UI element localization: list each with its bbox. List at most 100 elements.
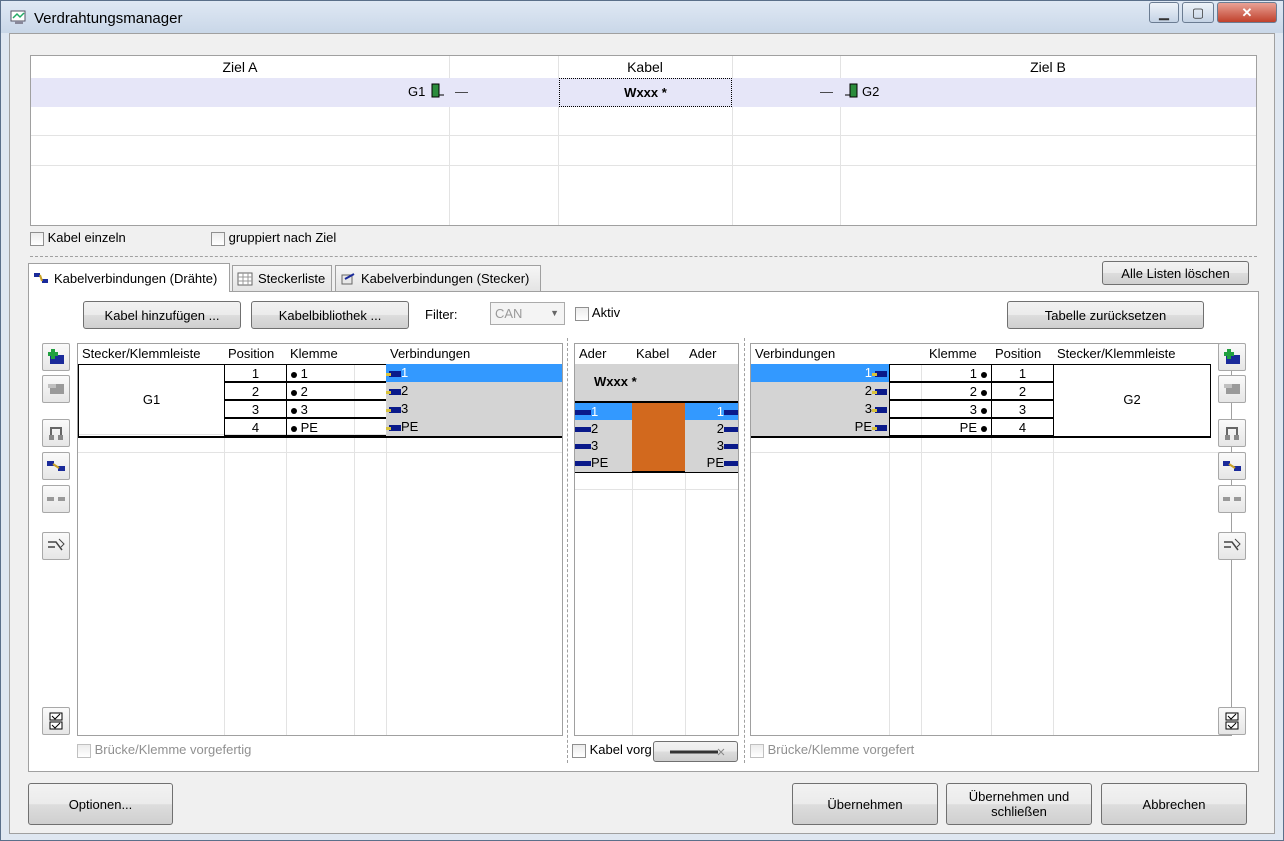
right-verbindung-cell[interactable]: 1: [751, 364, 889, 382]
right-klemme-cell[interactable]: 1: [889, 364, 992, 382]
mid-ader-right-cell[interactable]: 3: [685, 437, 738, 455]
right-klemme-cell[interactable]: PE: [889, 418, 992, 436]
right-verbindung-cell[interactable]: 3: [751, 400, 889, 418]
left-klemme-cell[interactable]: 2: [286, 382, 387, 400]
cable-preview-button[interactable]: [653, 741, 738, 762]
kabel-einzeln-checkbox[interactable]: [30, 231, 44, 246]
col-ader-left[interactable]: Ader: [575, 344, 632, 364]
left-klemme-cell[interactable]: 3: [286, 400, 387, 418]
mid-cable-color-cell[interactable]: [632, 403, 685, 420]
gruppiert-option[interactable]: gruppiert nach Ziel: [211, 230, 336, 246]
mid-cable-color-cell[interactable]: [632, 454, 685, 471]
right-stecker-cell[interactable]: G2: [1053, 364, 1211, 437]
remove-connector-button[interactable]: [42, 375, 70, 403]
mid-cable-color-cell[interactable]: [632, 437, 685, 454]
tab-kabelverbindungen-draehte[interactable]: Kabelverbindungen (Drähte): [28, 263, 230, 292]
right-bruecke-option[interactable]: Brücke/Klemme vorgefert: [750, 742, 914, 758]
disconnect-button[interactable]: [42, 485, 70, 513]
gruppiert-checkbox[interactable]: [211, 231, 225, 246]
check-all-button[interactable]: [42, 707, 70, 735]
kabel-value[interactable]: Wxxx *: [559, 78, 732, 107]
col-stecker[interactable]: Stecker/Klemmleiste: [78, 344, 224, 364]
pane-splitter-left[interactable]: [567, 338, 568, 763]
tab-steckerliste[interactable]: Steckerliste: [232, 265, 332, 291]
add-connector-button-right[interactable]: [1218, 343, 1246, 371]
right-connector-grid[interactable]: Verbindungen Klemme Position Stecker/Kle…: [750, 343, 1232, 736]
uebernehmen-button[interactable]: Übernehmen: [792, 783, 938, 825]
mid-cable-color-cell[interactable]: [632, 420, 685, 437]
connect-button[interactable]: [42, 452, 70, 480]
col-klemme-right[interactable]: Klemme: [921, 344, 991, 364]
filter-select[interactable]: CAN ▼: [490, 302, 565, 325]
cable-overview-grid[interactable]: Ziel A Kabel Ziel B G1 — Wxxx * — G2: [30, 55, 1257, 226]
col-position-right[interactable]: Position: [991, 344, 1053, 364]
col-verbindungen-right[interactable]: Verbindungen: [751, 344, 921, 364]
right-klemme-cell[interactable]: 2: [889, 382, 992, 400]
mid-ader-right-cell[interactable]: 1: [685, 403, 738, 421]
left-connector-grid[interactable]: Stecker/Klemmleiste Position Klemme Verb…: [77, 343, 563, 736]
wire-route-button-right[interactable]: [1218, 532, 1246, 560]
wire-route-button[interactable]: [42, 532, 70, 560]
col-position[interactable]: Position: [224, 344, 286, 364]
bridge-button[interactable]: [42, 419, 70, 447]
right-bruecke-checkbox[interactable]: [750, 743, 764, 758]
alle-listen-loeschen-button[interactable]: Alle Listen löschen: [1102, 261, 1249, 285]
left-verbindung-cell[interactable]: 3: [386, 400, 562, 418]
mid-ader-right-cell[interactable]: PE: [685, 454, 738, 472]
right-position-cell[interactable]: 3: [991, 400, 1054, 418]
left-verbindung-cell[interactable]: 2: [386, 382, 562, 400]
col-ziel-b[interactable]: Ziel B: [840, 56, 1256, 78]
left-position-cell[interactable]: 3: [224, 400, 287, 418]
left-position-cell[interactable]: 4: [224, 418, 287, 436]
bridge-button-right[interactable]: [1218, 419, 1246, 447]
optionen-button[interactable]: Optionen...: [28, 783, 173, 825]
col-kabel-mid[interactable]: Kabel: [632, 344, 685, 364]
col-stecker-right[interactable]: Stecker/Klemmleiste: [1053, 344, 1231, 364]
cable-core-grid[interactable]: Ader Kabel Ader Wxxx * 1 1 2 2 3 3 PE PE: [574, 343, 739, 736]
kabel-hinzufuegen-button[interactable]: Kabel hinzufügen ...: [83, 301, 241, 329]
tab-kabelverbindungen-stecker[interactable]: Kabelverbindungen (Stecker): [335, 265, 541, 291]
connect-button-right[interactable]: [1218, 452, 1246, 480]
remove-connector-button-right[interactable]: [1218, 375, 1246, 403]
mid-ader-right-cell[interactable]: 2: [685, 420, 738, 438]
disconnect-button-right[interactable]: [1218, 485, 1246, 513]
uebernehmen-schliessen-button[interactable]: Übernehmen und schließen: [946, 783, 1092, 825]
right-verbindung-cell[interactable]: 2: [751, 382, 889, 400]
col-ziel-a[interactable]: Ziel A: [31, 56, 449, 78]
left-verbindung-cell[interactable]: 1: [386, 364, 562, 382]
add-connector-button[interactable]: [42, 343, 70, 371]
aktiv-option[interactable]: Aktiv: [575, 305, 620, 321]
left-stecker-cell[interactable]: G1: [78, 364, 225, 437]
left-position-cell[interactable]: 1: [224, 364, 287, 382]
left-position-cell[interactable]: 2: [224, 382, 287, 400]
abbrechen-button[interactable]: Abbrechen: [1101, 783, 1247, 825]
right-position-cell[interactable]: 4: [991, 418, 1054, 436]
right-klemme-cell[interactable]: 3: [889, 400, 992, 418]
splitter[interactable]: [30, 256, 1257, 257]
mid-ader-left-cell[interactable]: PE: [575, 454, 632, 472]
col-ader-right[interactable]: Ader: [685, 344, 738, 364]
mid-ader-left-cell[interactable]: 3: [575, 437, 632, 455]
left-bruecke-option[interactable]: Brücke/Klemme vorgefertig: [77, 742, 251, 758]
left-verbindung-cell[interactable]: PE: [386, 418, 562, 436]
tabelle-zuruecksetzen-button[interactable]: Tabelle zurücksetzen: [1007, 301, 1204, 329]
right-verbindung-cell[interactable]: PE: [751, 418, 889, 436]
left-klemme-cell[interactable]: 1: [286, 364, 387, 382]
kabel-einzeln-option[interactable]: Kabel einzeln: [30, 230, 126, 246]
cable-header-cell[interactable]: Wxxx *: [575, 364, 738, 401]
maximize-button[interactable]: ▢: [1182, 2, 1214, 23]
aktiv-checkbox[interactable]: [575, 306, 589, 321]
mid-ader-left-cell[interactable]: 1: [575, 403, 632, 421]
col-kabel[interactable]: Kabel: [558, 56, 732, 78]
left-bruecke-checkbox[interactable]: [77, 743, 91, 758]
minimize-button[interactable]: ▁: [1149, 2, 1179, 23]
right-position-cell[interactable]: 2: [991, 382, 1054, 400]
mid-ader-left-cell[interactable]: 2: [575, 420, 632, 438]
col-klemme[interactable]: Klemme: [286, 344, 386, 364]
kabel-vorg-checkbox[interactable]: [572, 743, 586, 758]
close-button[interactable]: ✕: [1217, 2, 1277, 23]
kabelbibliothek-button[interactable]: Kabelbibliothek ...: [251, 301, 409, 329]
pane-splitter-right[interactable]: [744, 338, 745, 763]
col-verbindungen[interactable]: Verbindungen: [386, 344, 562, 364]
right-position-cell[interactable]: 1: [991, 364, 1054, 382]
